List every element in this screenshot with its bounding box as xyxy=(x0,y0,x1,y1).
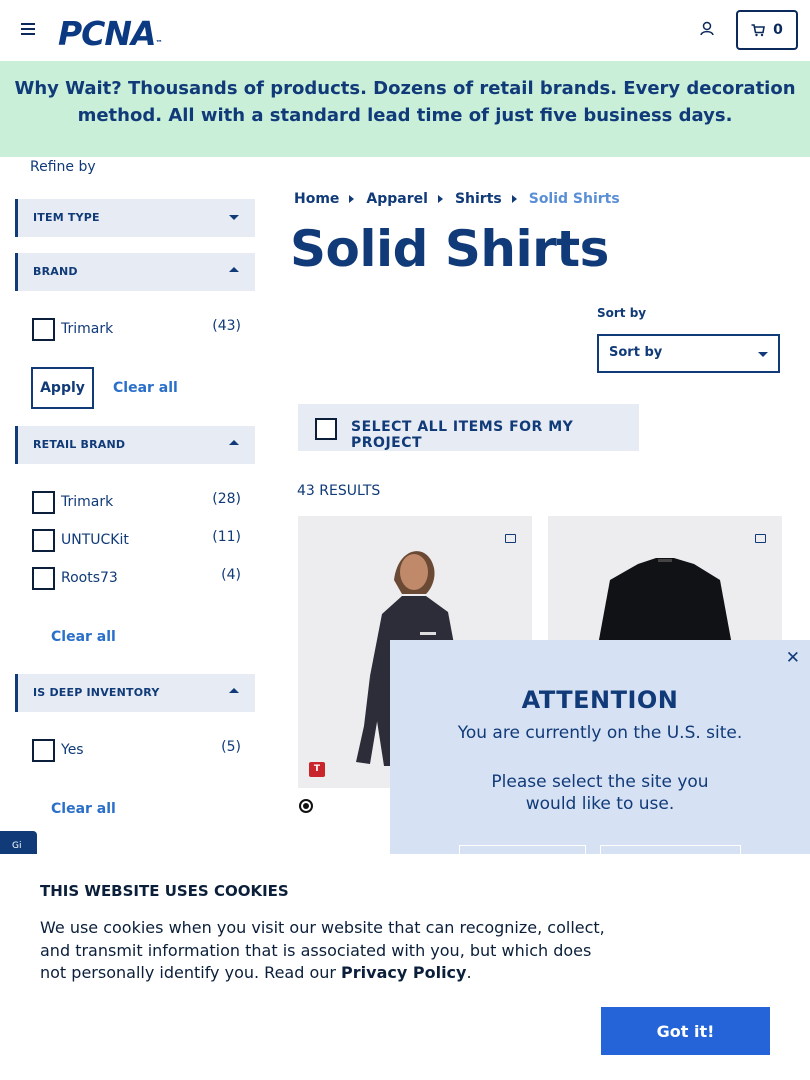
page-title: Solid Shirts xyxy=(290,220,609,278)
filter-option-deep-inventory-yes[interactable]: Yes (5) xyxy=(32,739,242,763)
filter-option-retail-roots73[interactable]: Roots73 (4) xyxy=(32,567,242,591)
sort-select[interactable]: Sort by xyxy=(597,334,780,373)
apply-button[interactable]: Apply xyxy=(31,367,94,409)
cart-icon xyxy=(751,23,766,36)
chevron-down-icon xyxy=(758,352,768,357)
clear-all-brand-link[interactable]: Clear all xyxy=(113,380,178,396)
cookie-banner: THIS WEBSITE USES COOKIES We use cookies… xyxy=(0,854,810,1080)
checkbox[interactable] xyxy=(32,567,55,590)
promo-banner: Why Wait? Thousands of products. Dozens … xyxy=(0,61,810,157)
clear-all-deep-inventory-link[interactable]: Clear all xyxy=(51,801,116,817)
chevron-down-icon xyxy=(229,215,239,220)
got-it-button[interactable]: Got it! xyxy=(601,1007,770,1055)
filter-option-retail-untuckit[interactable]: UNTUCKit (11) xyxy=(32,529,242,553)
refine-by-label: Refine by xyxy=(30,159,96,175)
cookie-text: We use cookies when you visit our websit… xyxy=(40,918,605,982)
checkbox[interactable] xyxy=(32,318,55,341)
color-swatch-black[interactable] xyxy=(299,799,313,813)
chevron-up-icon xyxy=(229,267,239,272)
checkbox[interactable] xyxy=(32,739,55,762)
chevron-up-icon xyxy=(229,688,239,693)
chevron-right-icon xyxy=(511,195,517,203)
breadcrumb: Home Apparel Shirts Solid Shirts xyxy=(294,191,620,207)
breadcrumb-shirts[interactable]: Shirts xyxy=(455,191,502,207)
site-header: PCNA™ 0 xyxy=(0,0,810,61)
cart-count: 0 xyxy=(773,22,783,38)
checkbox[interactable] xyxy=(315,418,337,440)
close-icon[interactable]: ✕ xyxy=(786,648,800,668)
facet-deep-inventory[interactable]: IS DEEP INVENTORY xyxy=(15,674,255,712)
facet-item-type[interactable]: ITEM TYPE xyxy=(15,199,255,237)
facet-brand[interactable]: BRAND xyxy=(15,253,255,291)
clear-all-retail-link[interactable]: Clear all xyxy=(51,629,116,645)
privacy-policy-link[interactable]: Privacy Policy xyxy=(341,963,466,982)
brand-badge: T xyxy=(309,762,325,777)
breadcrumb-apparel[interactable]: Apparel xyxy=(366,191,428,207)
cookie-title: THIS WEBSITE USES COOKIES xyxy=(40,882,289,900)
cart-button[interactable]: 0 xyxy=(736,10,798,50)
banner-lead: Why Wait? xyxy=(14,78,122,99)
menu-icon[interactable] xyxy=(21,23,35,35)
chevron-up-icon xyxy=(229,440,239,445)
select-all-items[interactable]: SELECT ALL ITEMS FOR MY PROJECT xyxy=(298,404,639,451)
filter-option-brand-trimark[interactable]: Trimark (43) xyxy=(32,318,242,342)
filter-option-retail-trimark[interactable]: Trimark (28) xyxy=(32,491,242,515)
breadcrumb-current: Solid Shirts xyxy=(528,191,620,207)
sort-label: Sort by xyxy=(597,306,647,320)
results-count: 43 RESULTS xyxy=(297,483,381,499)
banner-text: Thousands of products. Dozens of retail … xyxy=(77,78,796,126)
modal-title: ATTENTION xyxy=(521,686,679,714)
checkbox[interactable] xyxy=(32,491,55,514)
modal-line-2: Please select the site you xyxy=(491,772,709,792)
facet-retail-brand[interactable]: RETAIL BRAND xyxy=(15,426,255,464)
pcna-logo[interactable]: PCNA™ xyxy=(58,14,163,53)
chevron-right-icon xyxy=(437,195,443,203)
breadcrumb-home[interactable]: Home xyxy=(294,191,339,207)
checkbox[interactable] xyxy=(32,529,55,552)
modal-line-1: You are currently on the U.S. site. xyxy=(457,723,743,743)
account-icon[interactable] xyxy=(699,20,717,38)
modal-line-3: would like to use. xyxy=(525,794,675,814)
chevron-right-icon xyxy=(349,195,355,203)
